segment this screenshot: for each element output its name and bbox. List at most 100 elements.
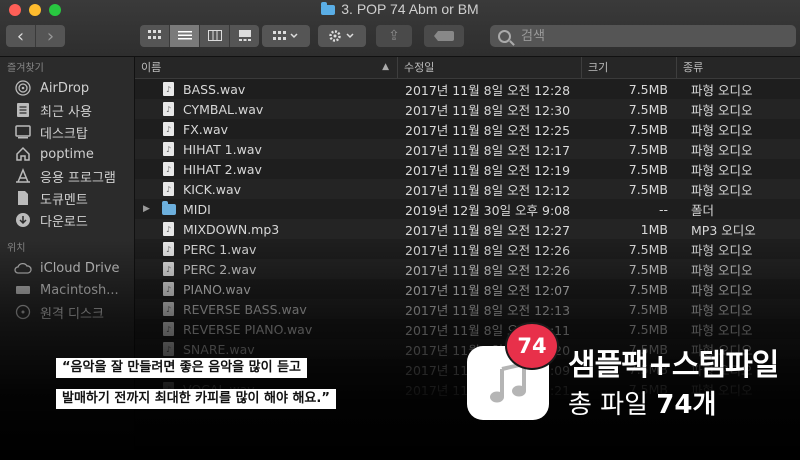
sidebar-item-recents[interactable]: 최근 사용 (0, 99, 134, 121)
sidebar-item-macintosh[interactable]: Macintosh... (0, 279, 134, 301)
audio-file-icon: ♪ (163, 302, 174, 316)
columns-icon (207, 30, 222, 41)
file-name: PERC 1.wav (183, 241, 257, 257)
disclosure-triangle-icon[interactable]: ▶ (143, 204, 155, 214)
gallery-view-button[interactable] (230, 25, 259, 47)
file-date: 2017년 11월 8일 오전 12:17 (405, 142, 571, 158)
column-header-name[interactable]: 이름 ▲ (135, 57, 397, 78)
folder-row[interactable]: ▶ MIDI 2019년 12월 30일 오후 9:08 -- 폴더 (135, 199, 800, 219)
file-name-cell: ♪ REVERSE PIANO.wav (135, 322, 397, 337)
sidebar-item-label: 다운로드 (40, 214, 88, 230)
column-header-label: 이름 (141, 61, 162, 74)
file-name: PERC 2.wav (183, 261, 257, 277)
file-size: 7.5MB (628, 141, 668, 157)
file-row[interactable]: ♪ BASS.wav 2017년 11월 8일 오전 12:28 7.5MB 파형 오디… (135, 79, 800, 99)
file-date: 2017년 11월 8일 오전 12:30 (405, 102, 571, 118)
file-name: HIHAT 1.wav (183, 141, 262, 157)
sidebar-item-icloud[interactable]: iCloud Drive (0, 257, 134, 279)
audio-file-icon: ♪ (163, 82, 174, 96)
cloud-icon (14, 260, 32, 276)
file-name: PIANO.wav (183, 281, 251, 297)
file-name: CYMBAL.wav (183, 101, 264, 117)
nav-buttons: ‹ › (6, 25, 65, 47)
search-field[interactable] (490, 25, 796, 47)
column-header-date[interactable]: 수정일 (397, 57, 581, 78)
file-row[interactable]: ♪ MIXDOWN.mp3 2017년 11월 8일 오전 12:27 1MB MP3 … (135, 219, 800, 239)
toolbar: 3. POP 74 Abm or BM ‹ › ⇪ (0, 0, 800, 57)
forward-button[interactable]: › (36, 25, 65, 47)
icon-view-button[interactable] (140, 25, 170, 47)
file-size: -- (658, 201, 668, 217)
file-name-cell: ♪ HIHAT 1.wav (135, 142, 397, 157)
audio-file-icon: ♪ (163, 122, 174, 136)
sidebar-item-label: poptime (40, 146, 94, 162)
file-row[interactable]: ♪ PERC 2.wav 2017년 11월 8일 오전 12:26 7.5MB 파형 … (135, 259, 800, 279)
audio-file-icon: ♪ (163, 242, 174, 256)
file-row[interactable]: ♪ PERC 1.wav 2017년 11월 8일 오전 12:26 7.5MB 파형 … (135, 239, 800, 259)
file-size: 7.5MB (628, 281, 668, 297)
home-icon (14, 146, 32, 162)
file-date: 2017년 11월 8일 오전 12:25 (405, 122, 571, 138)
file-row[interactable]: ♪ HIHAT 2.wav 2017년 11월 8일 오전 12:19 7.5MB 파형… (135, 159, 800, 179)
folder-icon (162, 200, 176, 215)
file-name: MIDI (183, 201, 211, 217)
file-name-cell: ♪ KICK.wav (135, 182, 397, 197)
audio-file-icon: ♪ (163, 102, 174, 116)
sidebar-item-label: 원격 디스크 (40, 306, 104, 322)
gear-icon (329, 30, 354, 42)
icon-grid-icon (147, 30, 161, 39)
airdrop-icon (14, 80, 32, 96)
file-row[interactable]: ♪ REVERSE PIANO.wav 2017년 11월 8일 오전 12:11 7… (135, 319, 800, 339)
search-input[interactable] (519, 27, 783, 45)
file-date: 2017년 11월 8일 오전 12:26 (405, 242, 571, 258)
list-view-button[interactable] (170, 25, 200, 47)
file-size: 7.5MB (628, 81, 668, 97)
file-name-cell: ♪ SNARE.wav (135, 342, 397, 357)
search-icon (498, 29, 511, 43)
column-header-size[interactable]: 크기 (581, 57, 676, 78)
sidebar-item-home[interactable]: poptime (0, 143, 134, 165)
group-by-button[interactable] (262, 25, 310, 47)
file-kind: 파형 오디오 (691, 82, 753, 98)
file-date: 2017년 11월 8일 오전 12:12 (405, 182, 571, 198)
file-size: 7.5MB (628, 181, 668, 197)
sort-ascending-icon: ▲ (382, 62, 389, 72)
forward-arrow-icon: › (46, 25, 55, 47)
sidebar-item-label: AirDrop (40, 80, 90, 96)
column-header-kind[interactable]: 종류 (676, 57, 800, 78)
action-menu-button[interactable] (318, 25, 366, 47)
finder-window: 3. POP 74 Abm or BM ‹ › ⇪ 검색 즐겨찾기 AirDro… (0, 0, 800, 460)
file-row[interactable]: ♪ KICK.wav 2017년 11월 8일 오전 12:12 7.5MB 파형 오디… (135, 179, 800, 199)
file-kind: 파형 오디오 (691, 182, 753, 198)
window-title: 3. POP 74 Abm or BM (0, 1, 800, 17)
promo-subtitle-count: 74개 (656, 390, 717, 420)
file-kind: 파형 오디오 (691, 162, 753, 178)
audio-file-icon: ♪ (163, 222, 174, 236)
tags-button[interactable] (424, 25, 464, 47)
file-kind: MP3 오디오 (691, 222, 756, 238)
audio-file-icon: ♪ (163, 142, 174, 156)
file-size: 7.5MB (628, 301, 668, 317)
back-button[interactable]: ‹ (6, 25, 36, 47)
share-button[interactable]: ⇪ (376, 25, 412, 47)
sidebar-item-downloads[interactable]: 다운로드 (0, 209, 134, 231)
sidebar-item-desktop[interactable]: 데스크탑 (0, 121, 134, 143)
promo-subtitle: 총 파일 74개 (568, 384, 716, 421)
file-row[interactable]: ♪ PIANO.wav 2017년 11월 8일 오전 12:07 7.5MB 파형 오… (135, 279, 800, 299)
file-count-badge: 74 (505, 322, 559, 370)
folder-icon (321, 2, 336, 15)
column-header-label: 수정일 (404, 61, 435, 74)
file-name: HIHAT 2.wav (183, 161, 262, 177)
recents-icon (14, 102, 32, 118)
sidebar-item-airdrop[interactable]: AirDrop (0, 77, 134, 99)
sidebar-item-documents[interactable]: 도큐멘트 (0, 187, 134, 209)
file-row[interactable]: ♪ CYMBAL.wav 2017년 11월 8일 오전 12:30 7.5MB 파형 … (135, 99, 800, 119)
file-row[interactable]: ♪ FX.wav 2017년 11월 8일 오전 12:25 7.5MB 파형 오디오 (135, 119, 800, 139)
sidebar-item-applications[interactable]: 응용 프로그램 (0, 165, 134, 187)
file-name: SNARE.wav (183, 341, 255, 357)
file-row[interactable]: ♪ REVERSE BASS.wav 2017년 11월 8일 오전 12:13 7.… (135, 299, 800, 319)
tag-icon (434, 31, 454, 41)
column-view-button[interactable] (200, 25, 230, 47)
sidebar-item-remote-disk[interactable]: 원격 디스크 (0, 301, 134, 323)
file-row[interactable]: ♪ HIHAT 1.wav 2017년 11월 8일 오전 12:17 7.5MB 파형… (135, 139, 800, 159)
